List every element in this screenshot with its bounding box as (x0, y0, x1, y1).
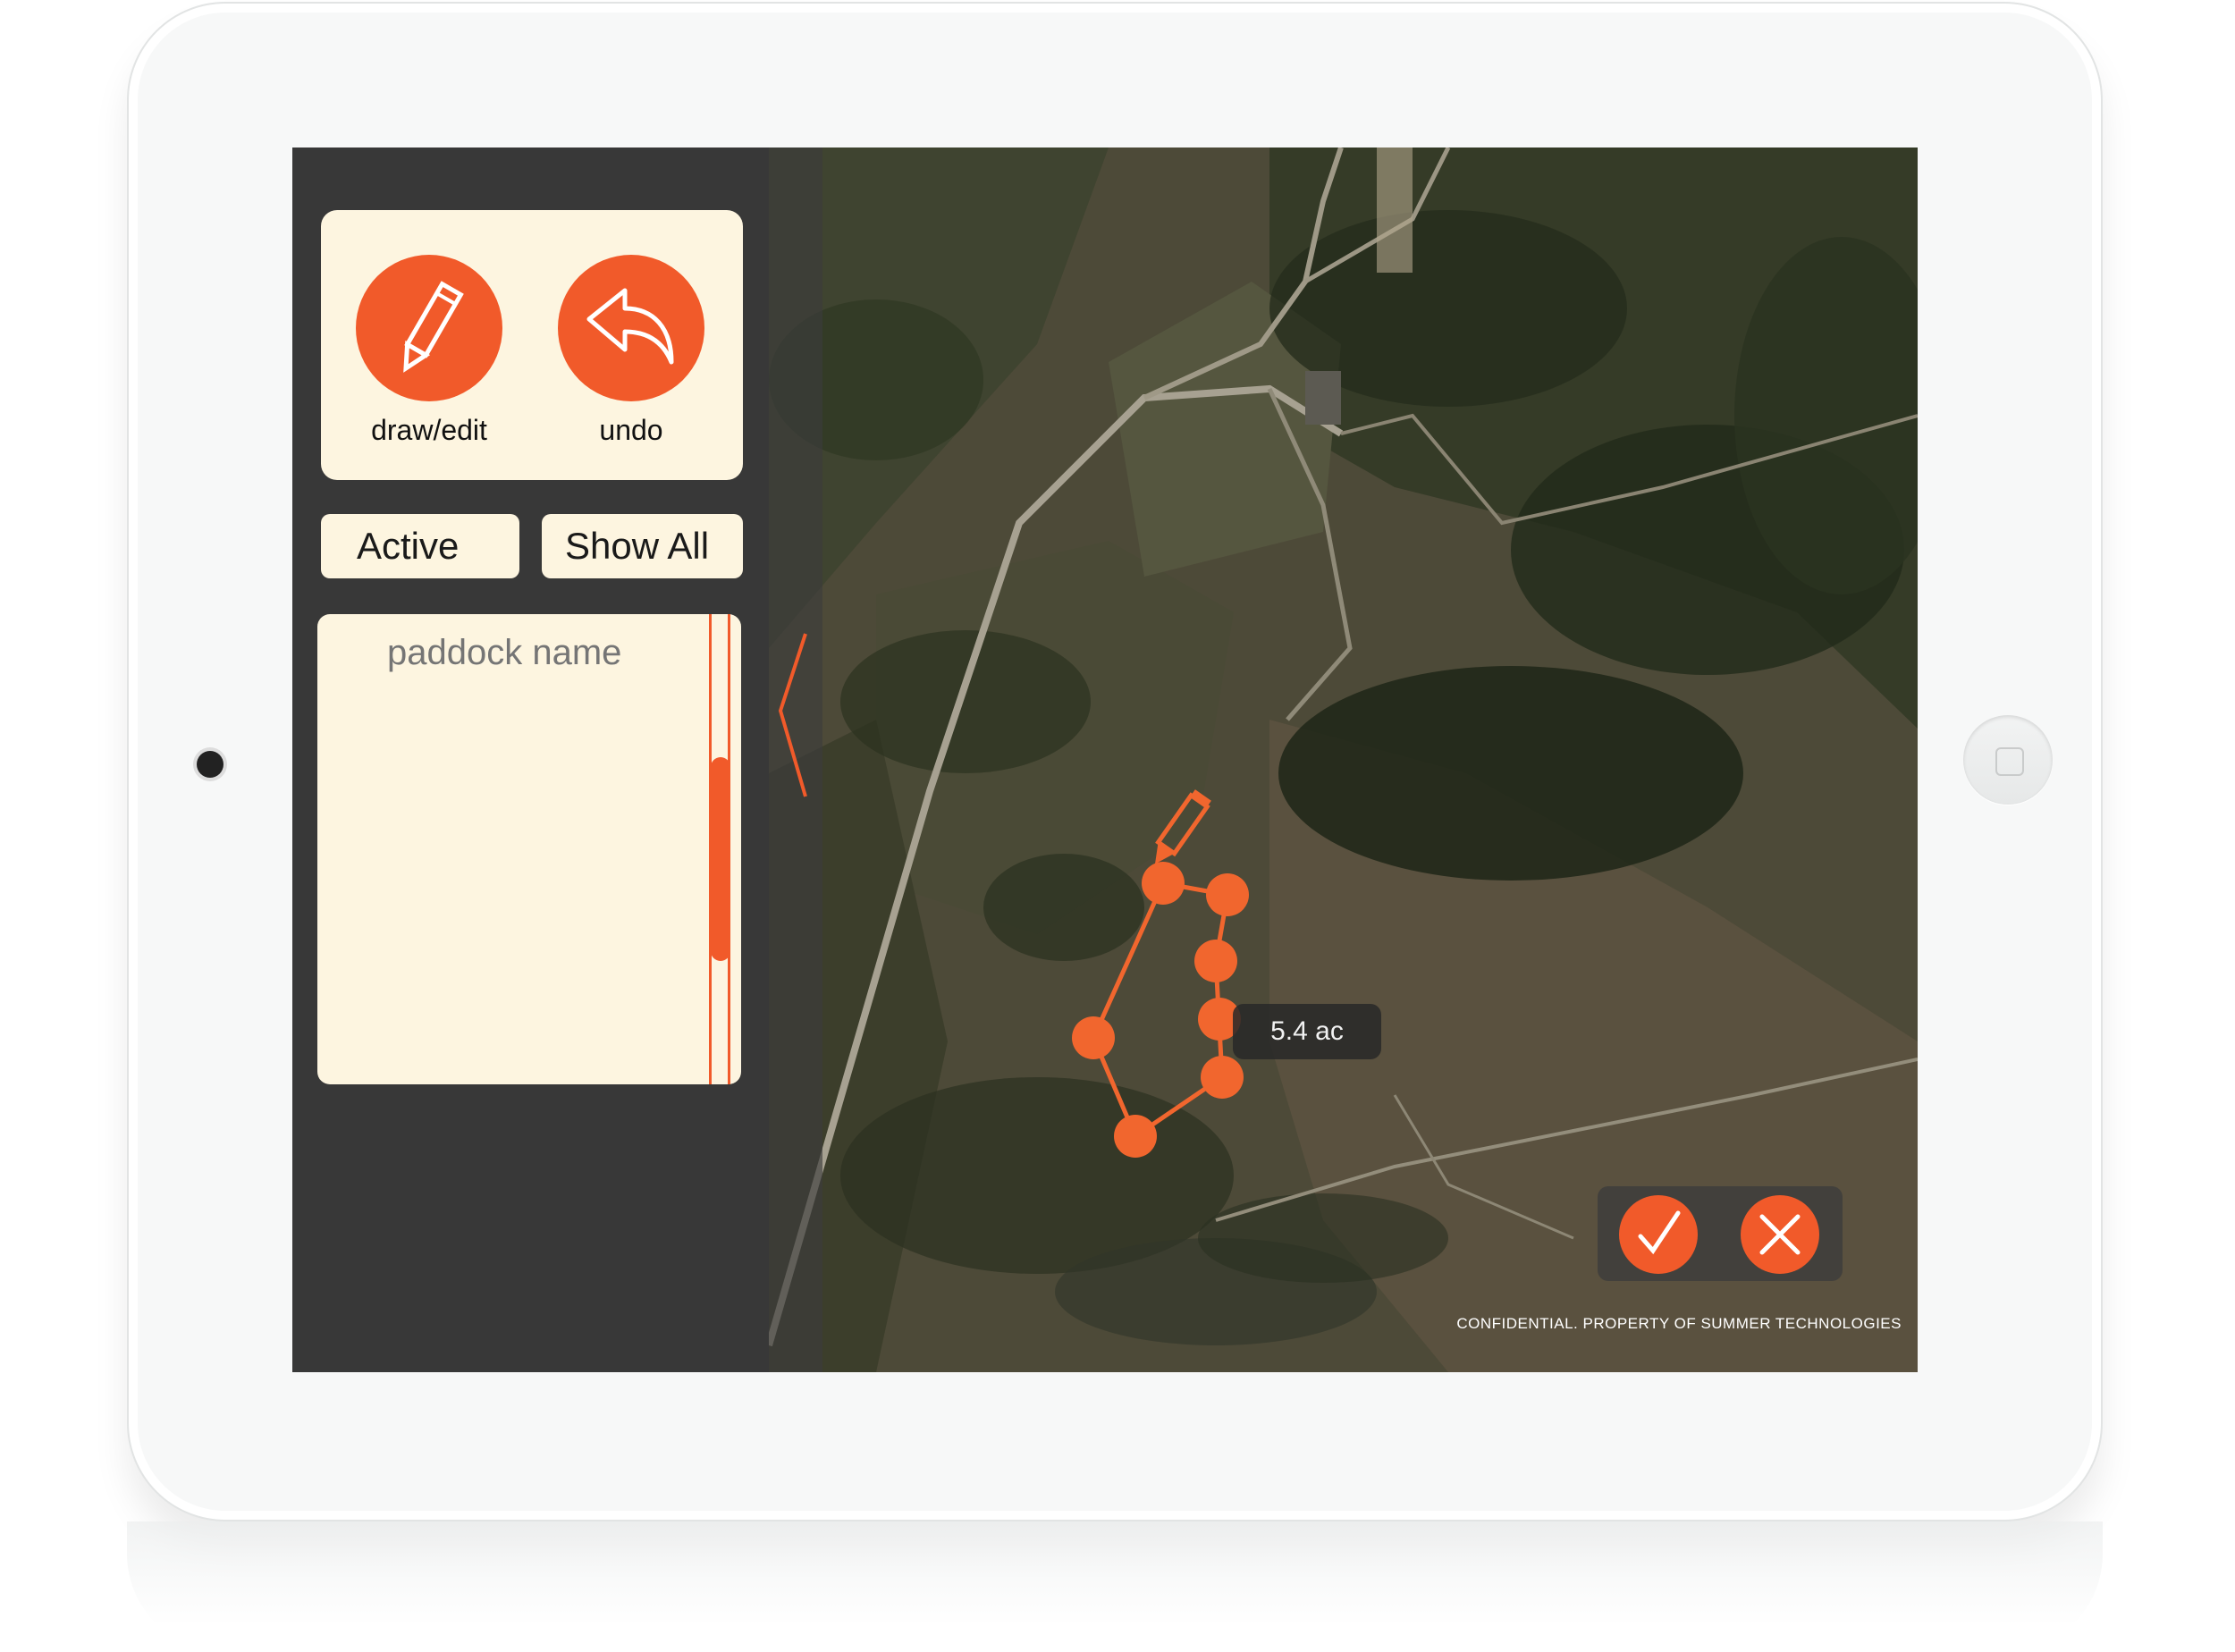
pencil-icon (403, 281, 464, 373)
cancel-button[interactable] (1741, 1195, 1819, 1274)
confirm-cancel-box (1598, 1186, 1843, 1281)
sidebar: draw/edit undo Active Show All (292, 148, 769, 1372)
undo-arrow-icon (586, 288, 674, 365)
active-toggle[interactable]: Active (321, 514, 519, 578)
paddock-vertex-handle[interactable] (1114, 1115, 1157, 1158)
show-all-toggle[interactable]: Show All (542, 514, 743, 578)
confidential-footer: CONFIDENTIAL. PROPERTY OF SUMMER TECHNOL… (1456, 1315, 1902, 1332)
paddock-vertex-handle[interactable] (1201, 1056, 1244, 1099)
paddock-vertex-handle[interactable] (1206, 873, 1249, 916)
tablet-reflection (127, 1521, 2103, 1652)
chevron-left-icon[interactable] (775, 630, 811, 800)
app-screen: 5.4 ac CONFIDENTIAL. PROPERTY OF SUMMER … (292, 148, 1918, 1372)
close-icon (1759, 1214, 1801, 1255)
camera-icon (197, 751, 224, 778)
paddock-list-panel (317, 614, 741, 1084)
draw-edit-button[interactable]: draw/edit (344, 255, 514, 447)
checkmark-icon (1638, 1210, 1681, 1255)
undo-label: undo (599, 414, 663, 446)
confirm-button[interactable] (1619, 1195, 1698, 1274)
draw-edit-label: draw/edit (371, 414, 487, 446)
paddock-vertex-handle[interactable] (1194, 940, 1237, 982)
undo-button[interactable]: undo (546, 255, 716, 447)
area-measurement-badge: 5.4 ac (1233, 1004, 1381, 1059)
paddock-vertex-handle[interactable] (1142, 862, 1185, 905)
scrollbar-thumb[interactable] (711, 757, 730, 961)
tool-card: draw/edit undo (321, 210, 743, 480)
paddock-vertex-handle[interactable] (1072, 1016, 1115, 1059)
paddock-name-input[interactable] (385, 632, 693, 674)
home-button[interactable] (1963, 715, 2053, 805)
